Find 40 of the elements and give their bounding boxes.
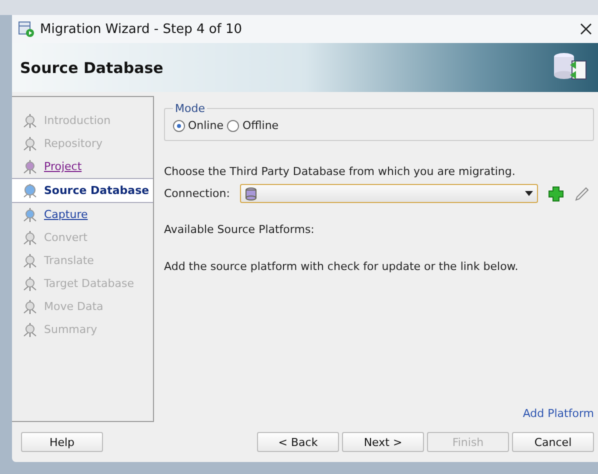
page-title: Source Database <box>20 58 164 76</box>
step-node-icon <box>22 300 38 314</box>
wizard-icon <box>18 21 34 37</box>
wizard-step: Introduction <box>12 109 153 132</box>
add-icon[interactable] <box>548 186 564 202</box>
window-title: Migration Wizard - Step 4 of 10 <box>40 22 244 36</box>
wizard-step[interactable]: Project <box>12 155 153 178</box>
wizard-button[interactable]: Next > <box>342 432 424 452</box>
wizard-step: Repository <box>12 132 153 155</box>
group-legend: Mode <box>173 102 207 115</box>
step-node-icon <box>22 254 38 268</box>
wizard-step[interactable]: Capture <box>12 203 153 226</box>
wizard-step: Convert <box>12 226 153 249</box>
wizard-button[interactable]: Help <box>21 432 103 452</box>
platforms-label: Available Source Platforms: <box>164 223 316 236</box>
step-node-icon <box>22 136 38 150</box>
dropdown-arrow-icon[interactable] <box>524 191 533 196</box>
close-icon[interactable] <box>580 23 592 35</box>
wizard-step: Target Database <box>12 272 153 295</box>
step-node-icon <box>22 114 38 128</box>
step-node-icon <box>22 322 38 336</box>
wizard-step: Summary <box>12 318 153 341</box>
radio-option[interactable]: Online <box>173 119 224 132</box>
radio-option[interactable]: Offline <box>227 119 279 132</box>
step-node-icon <box>22 230 38 244</box>
wizard-button[interactable]: < Back <box>257 432 339 452</box>
prompt-text: Choose the Third Party Database from which you are migrating. <box>164 165 516 178</box>
connection-label: Connection: <box>164 187 230 200</box>
step-node-icon <box>22 208 38 222</box>
database-icon <box>244 186 257 200</box>
wizard-step: Move Data <box>12 295 153 318</box>
wizard-step[interactable]: Source Database <box>12 178 153 203</box>
pencil-icon[interactable] <box>574 186 590 202</box>
step-node-icon <box>22 184 38 198</box>
add-platform-link[interactable]: Add Platform <box>522 407 594 420</box>
step-node-icon <box>22 276 38 290</box>
wizard-button[interactable]: Cancel <box>512 432 594 452</box>
step-node-icon <box>22 160 38 174</box>
hint-text: Add the source platform with check for update or the link below. <box>164 260 520 273</box>
wizard-step: Translate <box>12 249 153 272</box>
